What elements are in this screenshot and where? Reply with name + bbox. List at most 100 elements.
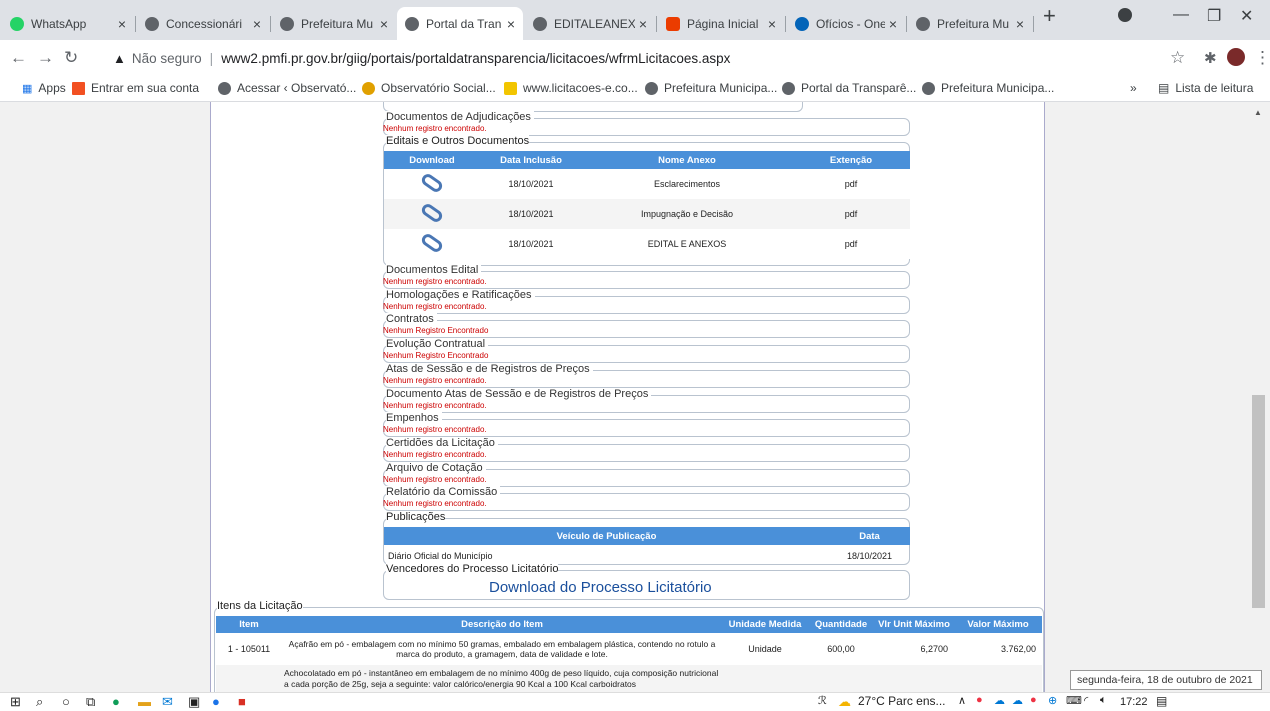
cell-unidade: Unidade [748,644,782,654]
close-tab-icon[interactable]: × [118,16,126,32]
bookmark-item[interactable]: Prefeitura Municipa... [922,81,1054,95]
wifi-icon[interactable]: ◜ [1084,694,1088,707]
tab-portal-transparencia[interactable]: Portal da Tran × [397,7,523,40]
paperclip-download-icon[interactable] [419,231,445,255]
cell-ext: pdf [844,179,858,189]
tray-app-icon[interactable]: ● [976,694,983,706]
cell-desc: Achocolatado em pó - instantâneo em emba… [284,668,719,689]
empty-message: Nenhum registro encontrado. [383,277,487,286]
mail-icon[interactable]: ✉ [162,694,173,710]
bookmarks-bar: ▦ Apps Entrar em sua conta Acessar ‹ Obse… [0,76,1270,102]
tab-whatsapp[interactable]: WhatsApp × [2,7,134,40]
notification-icon[interactable]: ▤ [1156,694,1167,708]
bookmarks-overflow[interactable]: » [1130,81,1137,95]
close-tab-icon[interactable]: × [1016,16,1024,32]
bookmark-item[interactable]: www.licitacoes-e.co... [504,81,638,95]
minimize-icon[interactable]: — [1173,6,1189,24]
tab-prefeitura-1[interactable]: Prefeitura Mu × [272,7,396,40]
bookmark-label: Observatório Social... [381,81,496,95]
paperclip-download-icon[interactable] [419,171,445,195]
tab-concessionaria[interactable]: Concessionári × [137,7,269,40]
bookmark-item[interactable]: Prefeitura Municipa... [645,81,777,95]
people-icon[interactable]: ℛ [818,694,827,707]
search-icon[interactable]: ⌕ [36,694,43,710]
chrome-taskbar-icon[interactable]: ● [112,694,120,709]
tab-pagina-inicial[interactable]: Página Inicial × [658,7,784,40]
forward-icon[interactable]: → [37,48,54,68]
onedrive-cloud-icon [795,16,809,31]
browser-taskbar-icon[interactable]: ● [212,694,220,709]
close-window-icon[interactable]: ✕ [1240,6,1253,26]
fieldset-homologacoes: Homologações e Ratificações Nenhum regist… [383,289,910,314]
file-explorer-icon[interactable]: ▬ [138,694,151,709]
tab-title: Portal da Tran [426,16,502,31]
keyboard-icon[interactable]: ⌨ [1066,694,1082,707]
tab-search-icon[interactable] [1118,8,1132,22]
onedrive-tray-icon[interactable]: ☁ [1012,694,1023,707]
section-legend: Publicações [386,511,446,523]
scroll-up-icon[interactable]: ▲ [1254,108,1262,117]
back-icon[interactable]: ← [10,48,27,68]
windows-start-icon[interactable]: ⊞ [10,694,21,710]
close-tab-icon[interactable]: × [639,16,647,32]
restore-icon[interactable]: ❐ [1207,6,1221,26]
cell-item: 1 - 105011 [227,644,271,654]
extensions-icon[interactable]: ✱ [1204,49,1217,67]
tab-title: Prefeitura Mu [937,16,1010,31]
col-header: Data Inclusão [500,154,562,166]
globe-icon [782,81,795,95]
paperclip-download-icon[interactable] [419,201,445,225]
reading-list[interactable]: ▤ Lista de leitura [1158,81,1253,95]
cell-valor: 3.762,00 [1000,644,1036,654]
bookmark-item[interactable]: Observatório Social... [362,81,496,95]
bookmark-item[interactable]: Acessar ‹ Observató... [218,81,356,95]
menu-kebab-icon[interactable]: ⋮ [1254,48,1270,68]
onedrive-tray-icon[interactable]: ☁ [994,694,1005,707]
table-row: 18/10/2021 Esclarecimentos pdf [384,169,910,199]
cell-desc: Açafrão em pó - embalagem com no mínimo … [288,639,716,659]
volume-icon[interactable]: 🔈︎ [1100,694,1107,707]
close-tab-icon[interactable]: × [768,16,776,32]
apps-grid-icon: ▦ [22,82,33,95]
bookmark-apps[interactable]: ▦ Apps [22,81,66,95]
omnibox[interactable]: ▲ Não seguro | www2.pmfi.pr.gov.br/giig/… [113,44,1128,72]
profile-avatar[interactable] [1227,48,1245,66]
bookmark-star-icon[interactable]: ☆ [1170,48,1185,68]
download-processo-link[interactable]: Download do Processo Licitatório [489,579,712,596]
scrollbar-thumb[interactable] [1252,395,1265,608]
reading-list-icon: ▤ [1158,81,1170,95]
task-view-icon[interactable]: ⧉ [86,694,95,710]
bookmark-item[interactable]: Entrar em sua conta [72,81,199,95]
date-tooltip-text: segunda-feira, 18 de outubro de 2021 [1077,674,1253,686]
clock-time[interactable]: 17:22 [1120,696,1148,708]
close-tab-icon[interactable]: × [889,16,897,32]
cell-qtd [808,665,874,692]
tab-editaleanexos[interactable]: EDITALEANEX × [525,7,655,40]
close-tab-icon[interactable]: × [253,16,261,32]
cell-valor [954,665,1042,692]
close-tab-icon[interactable]: × [380,16,388,32]
bookmark-label: Prefeitura Municipa... [941,81,1055,95]
bookmark-item[interactable]: Portal da Transparê... [782,81,916,95]
weather-icon: ☁ [838,694,851,709]
tray-app-icon[interactable]: ● [1030,694,1037,706]
cell-unit: 6,2700 [920,644,948,654]
empty-message: Nenhum registro encontrado. [383,425,487,434]
close-tab-icon[interactable]: × [507,16,515,32]
fieldset-empenhos: Empenhos Nenhum registro encontrado. [383,412,910,437]
cortana-icon[interactable]: ○ [62,694,70,709]
reload-icon[interactable]: ↻ [64,48,78,68]
section-legend: Arquivo de Cotação [386,462,486,474]
warning-icon: ▲ [113,50,126,66]
tray-chevron-icon[interactable]: ∧ [958,694,966,707]
col-header: Valor Máximo [967,619,1029,630]
weather-text[interactable]: 27°C Parc ens... [858,694,946,708]
tab-prefeitura-2[interactable]: Prefeitura Mu × [908,7,1032,40]
store-icon[interactable]: ▣ [188,694,200,710]
tab-oficios-onedrive[interactable]: Ofícios - OneD × [787,7,905,40]
new-tab-icon[interactable]: + [1043,3,1056,29]
security-tray-icon[interactable]: ⊕ [1048,694,1057,707]
pdf-reader-icon[interactable]: ■ [238,694,246,709]
fieldset-adjudicacao: Documentos de Adjudicações Nenhum regist… [383,111,910,136]
section-legend: Editais e Outros Documentos [386,135,530,147]
